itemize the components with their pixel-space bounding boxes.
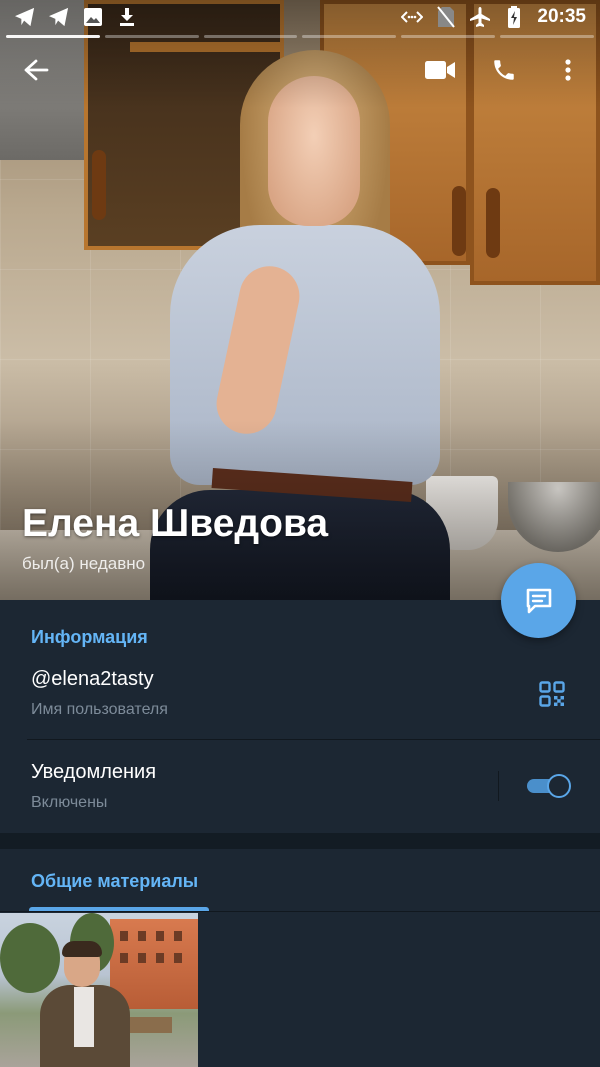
building-window [156,953,164,963]
status-bar: 20:35 [0,0,600,34]
notifications-state: Включены [31,794,108,811]
back-button[interactable] [18,52,54,88]
message-icon [526,588,551,613]
building-window [156,931,164,941]
battery-charging-icon [503,6,525,28]
back-arrow-icon [24,59,49,81]
call-button[interactable] [486,52,522,88]
download-icon [116,6,138,28]
notifications-toggle[interactable] [527,774,571,798]
username-label: Имя пользователя [31,701,168,718]
building-window [138,931,146,941]
media-thumbnail[interactable] [0,913,198,1067]
tab-shared-media[interactable]: Общие материалы [31,871,198,892]
more-vert-icon [565,59,571,81]
section-gap [0,833,600,849]
man-figure [40,941,130,1067]
building-window [174,931,182,941]
building-window [174,953,182,963]
info-section: Информация @elena2tasty Имя пользователя… [0,600,600,833]
more-options-button[interactable] [550,52,586,88]
data-saver-icon [401,6,424,28]
story-segment [500,35,594,38]
status-left-icons [14,6,138,28]
shirt [74,987,94,1047]
story-segment [302,35,397,38]
message-button[interactable] [501,563,576,638]
story-segment [203,35,298,38]
qr-code-icon [539,681,565,707]
phone-icon [494,60,514,80]
airplane-icon [469,6,491,28]
building-window [138,953,146,963]
building-window [120,931,128,941]
shared-media-section: Общие материалы [0,849,600,1067]
notifications-title: Уведомления [31,761,157,783]
info-section-title: Информация [31,627,148,647]
telegram-icon [14,6,36,28]
hair [62,941,102,957]
vertical-separator [498,771,499,801]
video-call-button[interactable] [422,52,458,88]
tabs-divider [0,911,600,912]
profile-name: Елена Шведова [22,502,329,545]
story-segment [6,35,100,38]
qr-code-button[interactable] [539,681,565,707]
image-icon [82,6,104,28]
story-progress [6,35,594,38]
telegram-icon [48,6,70,28]
username-value: @elena2tasty [31,668,154,690]
no-sim-icon [435,6,457,28]
row-divider [27,739,600,740]
video-call-icon [425,61,455,79]
last-seen-status: был(а) недавно [22,554,146,573]
status-right-icons: 20:35 [401,6,586,28]
status-time: 20:35 [537,6,586,27]
toggle-thumb [547,774,571,798]
story-segment [104,35,199,38]
story-segment [401,35,496,38]
